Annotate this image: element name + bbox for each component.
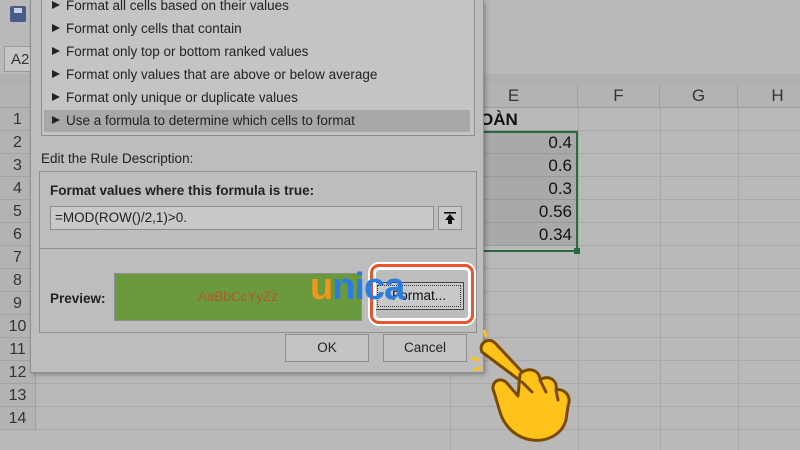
pointing-hand-icon xyxy=(470,330,571,442)
formula-section: Format values where this formula is true… xyxy=(40,172,476,249)
rule-type-item[interactable]: Format all cells based on their values xyxy=(44,0,470,17)
row-header-13[interactable]: 13 xyxy=(0,384,36,407)
rule-type-item[interactable]: Format only top or bottom ranked values xyxy=(44,41,470,63)
row-header-14[interactable]: 14 xyxy=(0,407,36,430)
cancel-button[interactable]: Cancel xyxy=(383,334,467,362)
rule-type-item[interactable]: Format only unique or duplicate values xyxy=(44,87,470,109)
collapse-dialog-button[interactable] xyxy=(438,206,462,230)
ok-button[interactable]: OK xyxy=(285,334,369,362)
edit-rule-description-label: Edit the Rule Description: xyxy=(41,151,194,166)
column-header-h[interactable]: H xyxy=(738,84,800,108)
rule-type-item[interactable]: Format only values that are above or bel… xyxy=(44,64,470,86)
bullet-arrow-icon xyxy=(52,116,60,125)
rule-type-label: Use a formula to determine which cells t… xyxy=(66,113,355,128)
rule-type-item-selected[interactable]: Use a formula to determine which cells t… xyxy=(44,110,470,132)
logo-letter-u: u xyxy=(310,266,333,308)
formula-label: Format values where this formula is true… xyxy=(50,183,315,198)
grid-line xyxy=(660,108,661,450)
bullet-arrow-icon xyxy=(52,24,60,33)
collapse-dialog-icon xyxy=(444,212,456,224)
column-header-g[interactable]: G xyxy=(660,84,738,108)
rule-type-label: Format only top or bottom ranked values xyxy=(66,44,309,59)
formula-input[interactable]: =MOD(ROW()/2,1)>0. xyxy=(50,206,434,230)
rule-type-label: Format only values that are above or bel… xyxy=(66,67,378,82)
logo-letters-nica: nica xyxy=(332,266,405,308)
rule-type-item[interactable]: Format only cells that contain xyxy=(44,18,470,40)
rule-type-label: Format only cells that contain xyxy=(66,21,242,36)
column-header-f[interactable]: F xyxy=(578,84,660,108)
save-icon[interactable] xyxy=(10,6,26,22)
grid-line xyxy=(738,108,739,450)
preview-label: Preview: xyxy=(50,291,106,306)
bullet-arrow-icon xyxy=(52,93,60,102)
unica-logo: unica xyxy=(310,264,405,310)
rule-type-label: Format only unique or duplicate values xyxy=(66,90,298,105)
rule-type-list[interactable]: Format all cells based on their values F… xyxy=(41,0,475,136)
rule-type-label: Format all cells based on their values xyxy=(66,0,289,13)
bullet-arrow-icon xyxy=(52,1,60,10)
bullet-arrow-icon xyxy=(52,47,60,56)
bullet-arrow-icon xyxy=(52,70,60,79)
